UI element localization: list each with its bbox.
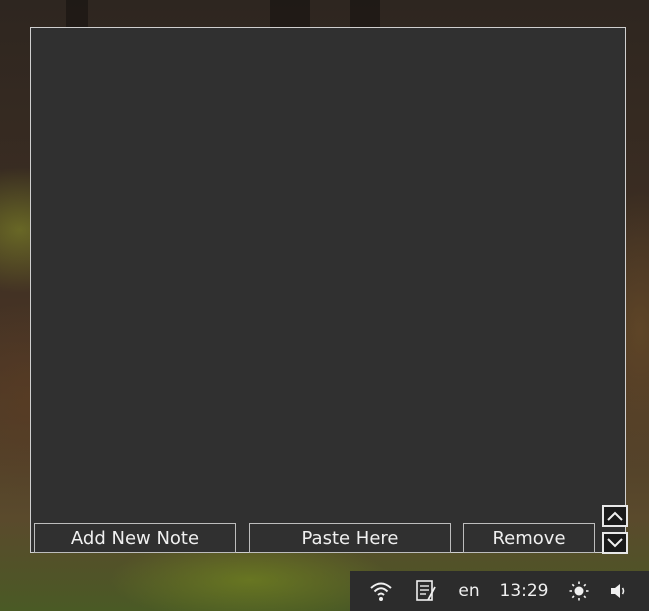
wifi-icon (370, 582, 392, 601)
brightness-icon (569, 581, 589, 601)
volume-indicator[interactable] (608, 571, 630, 611)
clock[interactable]: 13:29 (496, 571, 552, 611)
add-new-note-label: Add New Note (70, 527, 200, 549)
chevron-up-icon (607, 511, 623, 521)
paste-here-label: Paste Here (301, 527, 399, 549)
taskbar: en 13:29 (350, 571, 649, 611)
brightness-indicator[interactable] (568, 571, 590, 611)
add-new-note-button[interactable]: Add New Note (34, 523, 236, 553)
scroll-up-button[interactable] (602, 505, 628, 527)
background-tree (270, 0, 310, 30)
wifi-indicator[interactable] (368, 571, 394, 611)
paste-here-button[interactable]: Paste Here (249, 523, 451, 553)
notes-window: Add New Note Paste Here Remove (30, 27, 626, 553)
remove-label: Remove (492, 527, 566, 549)
note-text-area[interactable] (31, 28, 625, 518)
remove-button[interactable]: Remove (463, 523, 595, 553)
volume-icon (611, 584, 625, 598)
notes-indicator[interactable] (414, 571, 438, 611)
scroll-down-button[interactable] (602, 532, 628, 554)
chevron-down-icon (607, 538, 623, 548)
background-tree (350, 0, 380, 30)
notes-icon (416, 580, 436, 601)
keyboard-language[interactable]: en (454, 571, 484, 611)
